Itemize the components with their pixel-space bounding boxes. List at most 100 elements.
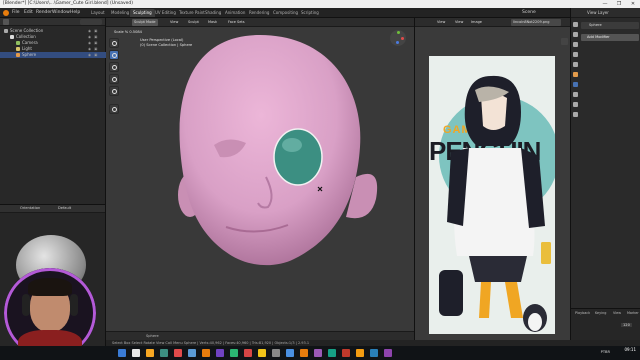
modifier-tab-icon[interactable] [573,82,578,87]
editor-type-icon[interactable] [3,19,9,25]
end-frame-field[interactable]: 120 [621,323,632,327]
tab-rendering[interactable]: Rendering [246,9,272,17]
outliner-item-icon [4,29,8,33]
image-menu-view[interactable]: View [435,19,447,26]
outliner-search-input[interactable] [80,19,102,25]
viewport-header: Sculpt Mode View Sculpt Mask Face Sets [106,18,414,27]
app-icon[interactable] [384,349,392,357]
image-editor-header: View View Image lincoln8Not2209.png [415,18,570,27]
menu-sculpt[interactable]: Sculpt [186,19,201,26]
outliner-item-icon [16,47,20,51]
image-menu-image[interactable]: Image [469,19,484,26]
close-button[interactable]: ✕ [626,0,640,8]
tab-animation[interactable]: Animation [222,9,248,17]
app-icon[interactable] [216,349,224,357]
blender-taskbar-icon[interactable] [300,349,308,357]
keying-menu[interactable]: Keying [595,311,606,315]
footer-object-label: Sphere [146,334,159,338]
outliner-item-label: Sphere [22,52,37,57]
menu-edit[interactable]: Edit [24,10,33,15]
image-editor-panel: View View Image lincoln8Not2209.png GAME… [414,18,570,340]
orientation-tab[interactable]: Orientation [20,206,40,210]
outliner-row[interactable]: Sphere ◉ ▣ [0,52,106,58]
system-clock[interactable]: 09:11 [624,347,636,353]
eye-sphere [273,128,323,186]
app-icon[interactable] [230,349,238,357]
app-icon[interactable] [356,349,364,357]
start-icon[interactable] [118,349,126,357]
tab-scripting[interactable]: Scripting [298,9,322,17]
scene-tab-icon[interactable] [573,52,578,57]
app-icon[interactable] [314,349,322,357]
app-icon[interactable] [202,349,210,357]
menu-mask[interactable]: Mask [206,19,219,26]
browser-icon[interactable] [160,349,168,357]
material-tab-icon[interactable] [573,112,578,117]
app-icon[interactable] [174,349,182,357]
output-tab-icon[interactable] [573,42,578,47]
menu-face-sets[interactable]: Face Sets [226,19,247,26]
world-tab-icon[interactable] [573,62,578,67]
menu-view[interactable]: View [168,19,180,26]
search-icon[interactable] [132,349,140,357]
app-icon[interactable] [188,349,196,357]
maximize-button[interactable]: ❐ [612,0,626,8]
headphone-right [70,294,78,316]
playback-menu[interactable]: Playback [575,311,590,315]
tool-tab-icon[interactable] [573,22,578,27]
visibility-toggle-icon[interactable]: ◉ ▣ [88,35,102,39]
app-icon[interactable] [272,349,280,357]
view-layer-label[interactable]: View Layer [587,10,609,15]
properties-editor: View Layer Sphere Add Modifier Playback … [570,8,640,340]
image-menu-view-2[interactable]: View [453,19,465,26]
app-icon[interactable] [244,349,252,357]
tab-shading[interactable]: Shading [202,9,224,17]
tab-layout[interactable]: Layout [88,9,108,17]
tab-uv-editing[interactable]: UV Editing [152,9,179,17]
mode-selector[interactable]: Sculpt Mode [132,19,158,26]
outliner-header [0,18,105,26]
render-tab-icon[interactable] [573,32,578,37]
artwork-character [439,75,551,332]
object-tab-icon[interactable] [573,72,578,77]
view-menu[interactable]: View [613,311,621,315]
visibility-toggle-icon[interactable]: ◉ ▣ [88,41,102,45]
tab-modeling[interactable]: Modeling [108,9,132,17]
minimize-button[interactable]: — [598,0,612,8]
menu-render[interactable]: Render [36,10,52,15]
tab-compositing[interactable]: Compositing [270,9,301,17]
app-icon[interactable] [370,349,378,357]
file-explorer-icon[interactable] [146,349,154,357]
default-tab[interactable]: Default [58,206,71,210]
object-name-field[interactable]: Sphere [581,22,639,29]
scene-selector[interactable]: Scene [522,10,536,15]
visibility-toggle-icon[interactable]: ◉ ▣ [88,29,102,33]
app-icon[interactable] [328,349,336,357]
menu-help[interactable]: Help [70,10,80,15]
sculpted-head-model[interactable] [106,27,414,340]
menu-window[interactable]: Window [52,10,70,15]
blender-logo-icon[interactable] [3,10,9,16]
status-text: Select Box Select Rotate View Call Menu … [112,341,310,345]
language-indicator[interactable]: PTBR [601,350,610,354]
3d-viewport[interactable]: Sculpt Mode View Sculpt Mask Face Sets S… [106,18,414,340]
window-title: [Blender*] [C:\Users\...\Gamer_Cute Girl… [3,1,134,6]
add-modifier-label: Add Modifier [587,35,610,39]
tab-sculpting[interactable]: Sculpting [130,9,155,17]
object-name-label: Sphere [589,23,602,27]
marker-menu[interactable]: Marker [627,311,639,315]
app-icon[interactable] [286,349,294,357]
app-icon[interactable] [258,349,266,357]
visibility-toggle-icon[interactable]: ◉ ▣ [88,47,102,51]
image-name-field[interactable]: lincoln8Not2209.png [511,19,561,26]
outliner-item-icon [16,41,20,45]
constraints-tab-icon[interactable] [573,92,578,97]
menu-file[interactable]: File [12,10,20,15]
visibility-toggle-icon[interactable]: ◉ ▣ [88,53,102,57]
image-sidebar-toggle-icon[interactable] [561,38,568,45]
app-icon[interactable] [342,349,350,357]
add-modifier-button[interactable]: Add Modifier [581,34,639,41]
data-tab-icon[interactable] [573,102,578,107]
window-title-bar: [Blender*] [C:\Users\...\Gamer_Cute Girl… [0,0,640,8]
timeline-panel: Playback Keying View Marker 120 [571,308,640,340]
